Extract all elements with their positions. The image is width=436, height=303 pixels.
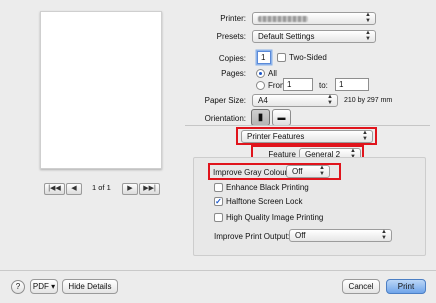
pages-to-field[interactable]: 1 <box>335 78 369 91</box>
enhance-black-label: Enhance Black Printing <box>226 183 309 192</box>
landscape-icon: ▬ <box>277 113 286 122</box>
help-button[interactable]: ? <box>11 280 25 294</box>
section-divider <box>185 125 430 126</box>
improve-gray-popup[interactable]: Off ▲ ▼ <box>286 165 330 178</box>
improve-print-output-popup[interactable]: Off ▲ ▼ <box>289 229 392 242</box>
print-button[interactable]: Print <box>386 279 426 294</box>
cancel-button[interactable]: Cancel <box>342 279 380 294</box>
presets-value: Default Settings <box>258 32 315 41</box>
popup-arrows-icon: ▲▼ <box>319 165 325 177</box>
popup-arrows-icon: ▲▼ <box>381 229 387 241</box>
help-icon: ? <box>15 282 21 291</box>
pages-to-label: to: <box>319 81 328 90</box>
copies-label: Copies: <box>218 54 246 63</box>
pdf-menu-button[interactable]: PDF ▾ <box>30 279 58 294</box>
section-value: Printer Features <box>247 132 305 141</box>
section-popup[interactable]: Printer Features ▲ ▼ <box>241 130 373 143</box>
footer-divider <box>0 270 436 271</box>
presets-label: Presets: <box>216 32 246 41</box>
pages-all-radio[interactable] <box>256 69 265 78</box>
printer-label: Printer: <box>220 14 246 23</box>
portrait-icon: ▮ <box>257 112 264 123</box>
popup-arrows-icon: ▲▼ <box>365 30 371 42</box>
last-page-button[interactable]: ▶▶| <box>139 183 160 195</box>
popup-arrows-icon: ▲▼ <box>365 12 371 24</box>
two-sided-checkbox[interactable] <box>277 53 286 62</box>
enhance-black-checkbox[interactable] <box>214 183 223 192</box>
landscape-button[interactable]: ▬ <box>272 109 291 126</box>
next-page-button[interactable]: ▶ <box>122 183 138 195</box>
printer-popup[interactable]: ▲ ▼ <box>252 12 376 25</box>
improve-gray-value: Off <box>292 167 303 176</box>
pages-from-radio[interactable] <box>256 81 265 90</box>
paper-size-value: A4 <box>258 96 268 105</box>
halftone-screen-lock-checkbox[interactable]: ✓ <box>214 197 223 206</box>
high-quality-image-checkbox[interactable] <box>214 213 223 222</box>
hide-details-button[interactable]: Hide Details <box>62 279 118 294</box>
pages-all-label: All <box>268 69 277 78</box>
print-preview-page <box>40 11 162 169</box>
improve-print-output-label: Improve Print Output: <box>214 232 291 241</box>
page-indicator: 1 of 1 <box>92 183 111 192</box>
high-quality-image-label: High Quality Image Printing <box>226 213 324 222</box>
previous-page-button[interactable]: ◀ <box>66 183 82 195</box>
copies-field[interactable]: 1 <box>257 51 271 64</box>
popup-arrows-icon: ▲▼ <box>327 94 333 106</box>
two-sided-label: Two-Sided <box>289 53 327 62</box>
paper-size-popup[interactable]: A4 ▲ ▼ <box>252 94 338 107</box>
pages-label: Pages: <box>221 69 246 78</box>
popup-arrows-icon: ▲▼ <box>362 130 368 142</box>
orientation-label: Orientation: <box>204 114 246 123</box>
first-page-button[interactable]: |◀◀ <box>44 183 65 195</box>
portrait-button[interactable]: ▮ <box>251 109 270 126</box>
improve-print-output-value: Off <box>295 231 306 240</box>
presets-popup[interactable]: Default Settings ▲ ▼ <box>252 30 376 43</box>
pages-from-field[interactable]: 1 <box>283 78 313 91</box>
halftone-screen-lock-label: Halftone Screen Lock <box>226 197 303 206</box>
paper-size-label: Paper Size: <box>204 96 246 105</box>
printer-name-redacted <box>258 16 308 22</box>
improve-gray-label: Improve Gray Colour: <box>213 168 290 177</box>
paper-dimensions: 210 by 297 mm <box>344 97 393 104</box>
